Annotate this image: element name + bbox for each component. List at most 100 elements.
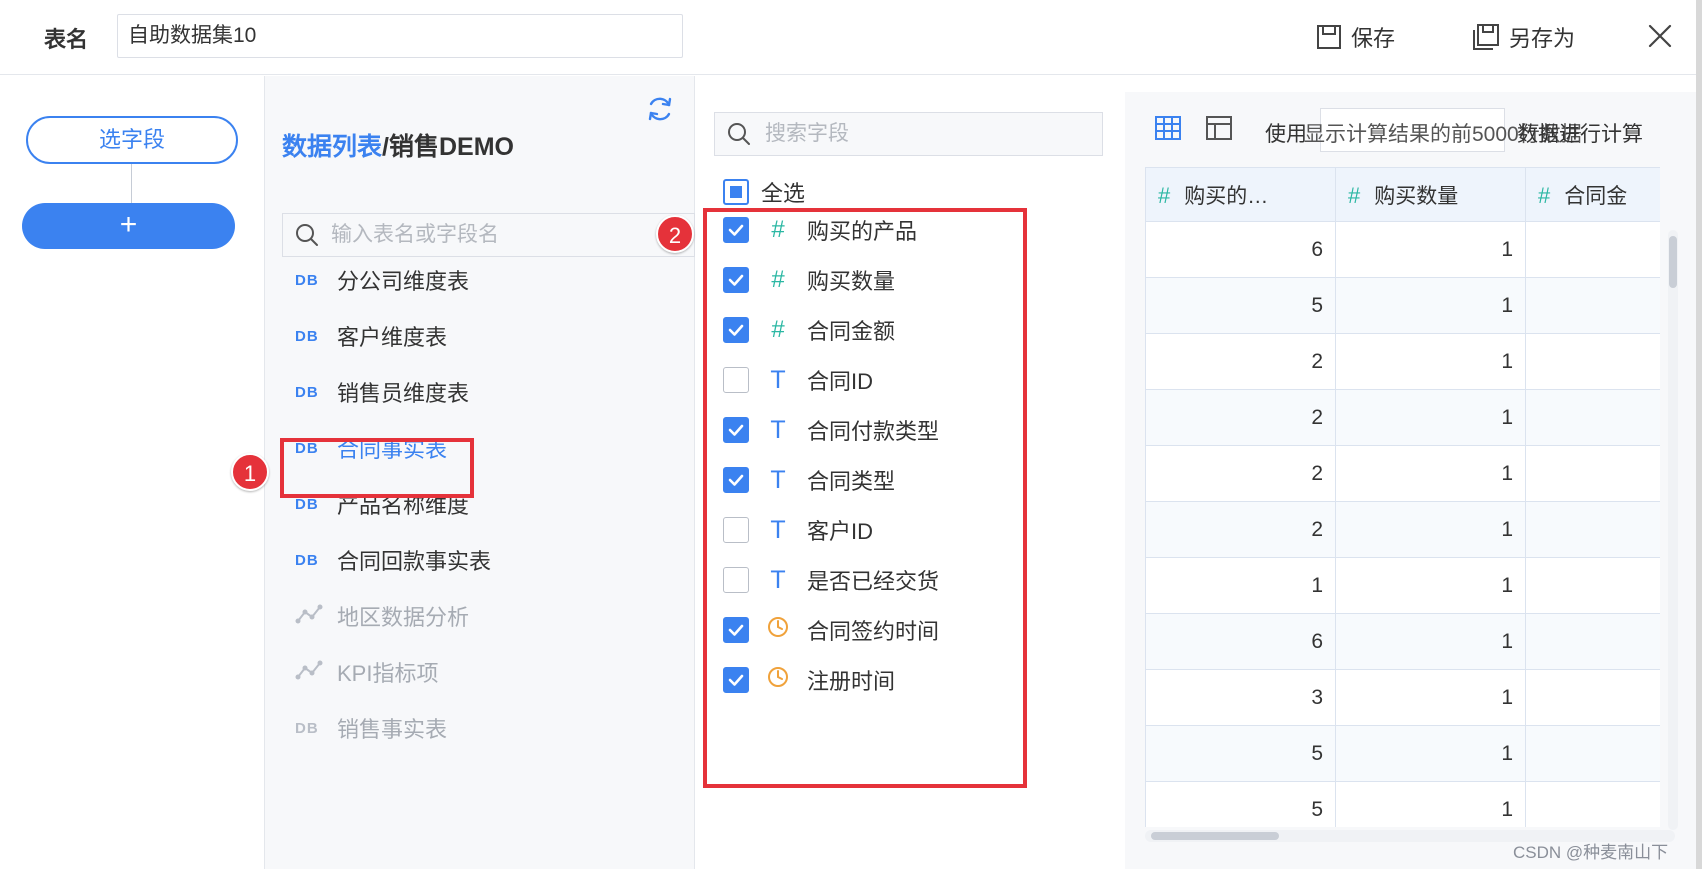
- watermark: CSDN @种麦南山下: [1513, 843, 1669, 862]
- grid-view-icon[interactable]: [1152, 112, 1184, 144]
- refresh-icon[interactable]: [645, 94, 675, 124]
- table-list-item-label: 合同回款事实表: [337, 549, 492, 574]
- text-type-icon: T: [770, 415, 786, 444]
- preview-text-prefix: 使用: [1265, 123, 1307, 146]
- breadcrumb: 数据列表/销售DEMO: [282, 127, 514, 163]
- field-label: 合同金额: [807, 319, 896, 344]
- search-icon: [728, 123, 750, 145]
- field-label: 合同签约时间: [807, 619, 940, 644]
- table-cell: [1525, 333, 1660, 390]
- text-type-icon: T: [770, 465, 786, 494]
- table-list-item[interactable]: DB 合同事实表: [295, 428, 447, 468]
- checkbox-unchecked[interactable]: [723, 367, 749, 393]
- table-search-box[interactable]: [282, 213, 695, 257]
- table-list-item-label: 销售事实表: [337, 717, 448, 742]
- save-label: 保存: [1351, 26, 1396, 51]
- save-button[interactable]: 保存: [1316, 20, 1395, 54]
- table-list-item[interactable]: DB 客户维度表: [295, 316, 447, 356]
- field-label: 客户ID: [807, 519, 874, 544]
- field-item[interactable]: # 购买的产品: [723, 210, 917, 250]
- column-header[interactable]: # 购买的…: [1145, 167, 1336, 222]
- table-cell: [1525, 725, 1660, 782]
- field-panel: 全选 # 购买的产品 # 购买数量 # 合同金额 T 合同ID T 合同付款类型 T 合同类型 T 客户I…: [695, 76, 1125, 869]
- field-item[interactable]: T 合同ID: [723, 360, 873, 400]
- table-row: 11: [1145, 557, 1660, 614]
- table-list-item-label: 合同事实表: [337, 437, 448, 462]
- checkbox-partial[interactable]: [723, 179, 749, 205]
- checkbox-unchecked[interactable]: [723, 517, 749, 543]
- field-item[interactable]: T 客户ID: [723, 510, 873, 550]
- table-cell: [1525, 389, 1660, 446]
- table-row: 61: [1145, 221, 1660, 278]
- field-search-input[interactable]: [765, 122, 1065, 146]
- field-item[interactable]: 合同签约时间: [723, 610, 939, 650]
- checkbox-checked[interactable]: [723, 467, 749, 493]
- add-step-button[interactable]: +: [22, 203, 235, 249]
- field-item[interactable]: T 是否已经交货: [723, 560, 939, 600]
- annotation-badge-2: 2: [656, 215, 694, 253]
- table-cell: 1: [1335, 277, 1526, 334]
- number-type-icon: #: [771, 216, 785, 243]
- field-item[interactable]: # 合同金额: [723, 310, 895, 350]
- table-list-item[interactable]: DB 销售事实表: [295, 708, 447, 748]
- table-list-item-label: KPI指标项: [337, 661, 439, 686]
- layout-view-icon[interactable]: [1203, 112, 1235, 144]
- close-icon[interactable]: [1646, 22, 1674, 50]
- table-list-item[interactable]: DB 销售员维度表: [295, 372, 469, 412]
- checkbox-checked[interactable]: [723, 417, 749, 443]
- field-item[interactable]: T 合同付款类型: [723, 410, 939, 450]
- preview-table: # 购买的… # 购买数量 # 合同金 6151212121211161315151: [1145, 167, 1660, 827]
- panel-resize-handle[interactable]: [704, 498, 707, 522]
- field-item[interactable]: # 购买数量: [723, 260, 895, 300]
- table-cell: 1: [1335, 501, 1526, 558]
- table-list-item[interactable]: DB 合同回款事实表: [295, 540, 491, 580]
- checkbox-checked[interactable]: [723, 267, 749, 293]
- table-cell: [1525, 669, 1660, 726]
- number-type-icon: #: [771, 266, 785, 293]
- table-cell: [1525, 613, 1660, 670]
- table-cell: [1525, 445, 1660, 502]
- table-cell: [1525, 557, 1660, 614]
- table-cell: 5: [1145, 277, 1336, 334]
- db-icon: DB: [295, 383, 319, 401]
- select-fields-step[interactable]: 选字段: [26, 116, 238, 164]
- db-icon: DB: [295, 327, 319, 345]
- column-header-label: 购买数量: [1374, 184, 1459, 208]
- check-icon: [728, 624, 744, 636]
- checkbox-unchecked[interactable]: [723, 567, 749, 593]
- table-cell: 1: [1335, 613, 1526, 670]
- checkbox-checked[interactable]: [723, 317, 749, 343]
- table-list-item[interactable]: DB 产品名称维度: [295, 484, 469, 524]
- save-as-button[interactable]: 另存为: [1472, 20, 1575, 54]
- table-cell: 1: [1335, 557, 1526, 614]
- table-search-input[interactable]: [331, 223, 661, 247]
- column-header[interactable]: # 合同金: [1525, 167, 1660, 222]
- table-list-item-label: 销售员维度表: [337, 381, 470, 406]
- table-list-item[interactable]: DB 分公司维度表: [295, 260, 469, 300]
- checkbox-checked[interactable]: [723, 217, 749, 243]
- breadcrumb-separator: /: [382, 133, 389, 161]
- step-panel: 选字段 +: [0, 76, 265, 869]
- field-item[interactable]: T 合同类型: [723, 460, 895, 500]
- table-cell: 5: [1145, 781, 1336, 827]
- select-all-checkbox[interactable]: 全选: [723, 176, 805, 208]
- vertical-scrollbar[interactable]: [1668, 230, 1678, 830]
- table-list-item[interactable]: KPI指标项: [295, 652, 438, 692]
- db-icon: DB: [295, 439, 319, 457]
- analysis-icon: [295, 659, 325, 685]
- table-cell: [1525, 781, 1660, 827]
- checkbox-checked[interactable]: [723, 617, 749, 643]
- column-header[interactable]: # 购买数量: [1335, 167, 1526, 222]
- step-connector: [131, 164, 132, 204]
- table-list-item[interactable]: 地区数据分析: [295, 596, 469, 636]
- table-cell: [1525, 221, 1660, 278]
- table-name-input[interactable]: 自助数据集10: [117, 14, 683, 58]
- column-header-label: 合同金: [1564, 184, 1628, 208]
- breadcrumb-root[interactable]: 数据列表: [282, 133, 382, 161]
- table-cell: 6: [1145, 613, 1336, 670]
- annotation-badge-1: 1: [231, 453, 269, 491]
- checkbox-checked[interactable]: [723, 667, 749, 693]
- field-item[interactable]: 注册时间: [723, 660, 895, 700]
- field-search-box[interactable]: [714, 112, 1103, 156]
- field-label: 合同付款类型: [807, 419, 940, 444]
